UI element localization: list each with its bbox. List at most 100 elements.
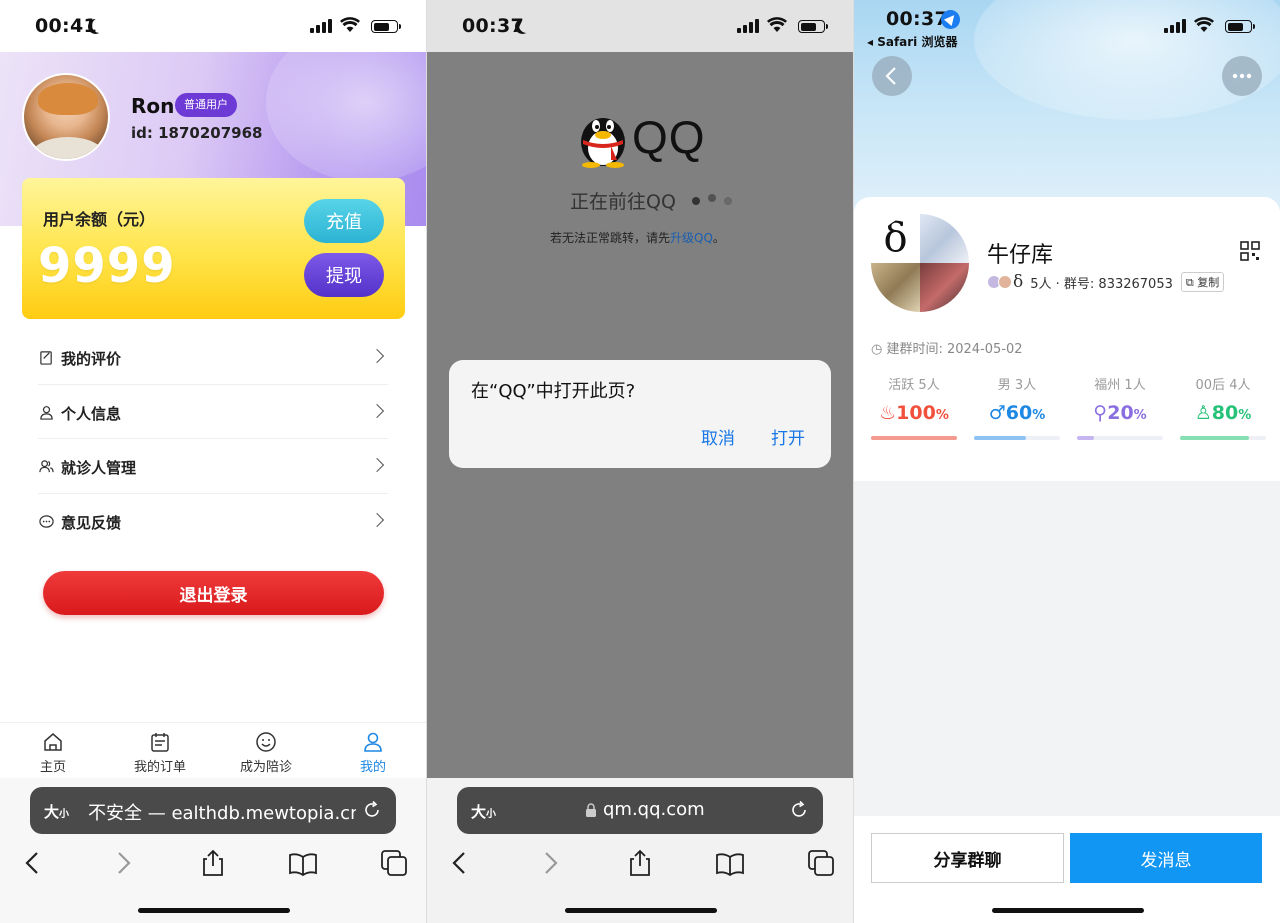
address-bar[interactable]: 大小 不安全 — ealthdb.mewtopia.cn <box>30 787 396 834</box>
balance-card: 用户余额（元） 9999 充值 提现 <box>22 178 405 319</box>
stat-bar <box>974 436 1060 440</box>
back-icon[interactable] <box>18 848 48 878</box>
wifi-icon <box>767 17 787 32</box>
reload-icon[interactable] <box>789 800 809 820</box>
chevron-right-icon <box>369 458 385 473</box>
send-message-button[interactable]: 发消息 <box>1070 833 1262 883</box>
tab-orders[interactable]: 我的订单 <box>115 723 205 779</box>
person-icon: ♙ <box>1194 402 1212 424</box>
group-created-date: ◷ 建群时间: 2024-05-02 <box>871 342 1023 357</box>
stat-label: 福州 1人 <box>1094 378 1146 393</box>
stat-label: 活跃 5人 <box>888 378 940 393</box>
tabs-icon[interactable] <box>379 848 409 878</box>
orders-icon <box>151 733 169 752</box>
back-button[interactable] <box>872 56 912 96</box>
stat-active: 活跃 5人 ♨100% <box>871 374 957 440</box>
balance-amount: 9999 <box>38 238 176 294</box>
qq-wordmark: QQ <box>632 111 706 163</box>
dialog-message: 在“QQ”中打开此页? <box>471 381 636 402</box>
status-time: 00:37 <box>462 15 524 37</box>
upgrade-qq-link[interactable]: 升级QQ <box>670 231 713 245</box>
stat-bar-fill <box>871 436 957 440</box>
share-icon[interactable] <box>625 848 655 878</box>
more-button[interactable] <box>1222 56 1262 96</box>
fire-icon: ♨ <box>879 402 897 424</box>
open-button[interactable]: 打开 <box>771 424 805 449</box>
qq-redirect-screen: 00:37 QQ 正在前往QQ 若无法正常跳转，请先升级QQ。 在“QQ”中打开… <box>427 0 853 923</box>
location-arrow-icon <box>941 10 960 29</box>
menu-item-patients[interactable]: 就诊人管理 <box>38 439 388 495</box>
status-bar: 00:37 <box>427 0 853 52</box>
avatar[interactable] <box>22 73 110 161</box>
wifi-icon <box>340 17 360 32</box>
stat-label: 男 3人 <box>997 378 1037 393</box>
url-text: 不安全 — ealthdb.mewtopia.cn <box>88 803 356 824</box>
back-icon[interactable] <box>445 848 475 878</box>
menu-item-personal-info[interactable]: 个人信息 <box>38 385 388 440</box>
stat-bar <box>1180 436 1266 440</box>
balance-label: 用户余额（元） <box>43 210 156 229</box>
chevron-left-icon <box>885 67 896 85</box>
stat-city: 福州 1人 ⚲20% <box>1077 374 1163 440</box>
reload-icon[interactable] <box>362 800 382 820</box>
profile-screen: 00:41 Ron 普通用户 id: 1870207968 用户余额（元） 99… <box>0 0 426 923</box>
back-to-safari[interactable]: ◂ Safari 浏览器 <box>867 33 957 50</box>
tab-mine[interactable]: 我的 <box>328 723 418 779</box>
redirect-status: 正在前往QQ <box>570 191 676 213</box>
male-icon: ♂ <box>988 402 1006 424</box>
forward-icon[interactable] <box>535 848 565 878</box>
qr-code-icon[interactable] <box>1240 241 1260 261</box>
stat-male: 男 3人 ♂60% <box>974 374 1060 440</box>
patients-icon <box>39 460 54 473</box>
menu-item-reviews[interactable]: 我的评价 <box>38 330 388 385</box>
withdraw-button[interactable]: 提现 <box>304 253 384 297</box>
address-bar[interactable]: 大小 qm.qq.com <box>457 787 823 834</box>
stat-bar <box>1077 436 1163 440</box>
member-avatar: δ <box>1013 272 1024 292</box>
menu-item-feedback[interactable]: 意见反馈 <box>38 494 388 549</box>
status-time: 00:41 <box>35 15 97 37</box>
moon-icon <box>519 18 534 33</box>
tab-bar: 主页 我的订单 成为陪诊 我的 <box>0 722 426 778</box>
stat-value: ♨100% <box>879 402 949 424</box>
logout-button[interactable]: 退出登录 <box>43 571 384 615</box>
group-meta: δ 5人 · 群号: 833267053 ⧉ 复制 <box>987 272 1225 292</box>
tab-become-escort[interactable]: 成为陪诊 <box>221 723 311 779</box>
signal-icon <box>1164 19 1186 33</box>
qq-penguin-icon <box>581 118 625 168</box>
copy-button[interactable]: ⧉ 复制 <box>1180 272 1225 292</box>
stat-value: ♙80% <box>1194 402 1252 424</box>
home-indicator <box>992 908 1144 913</box>
stat-bar-fill <box>1077 436 1095 440</box>
user-level-badge: 普通用户 <box>175 93 237 117</box>
bookmarks-icon[interactable] <box>715 848 745 878</box>
signal-icon <box>737 19 759 33</box>
menu-item-label: 个人信息 <box>61 404 122 423</box>
battery-icon <box>1225 20 1255 33</box>
stat-value: ⚲20% <box>1093 402 1147 424</box>
group-name: 牛仔库 <box>987 243 1054 268</box>
wifi-icon <box>1194 17 1214 32</box>
tabs-icon[interactable] <box>806 848 836 878</box>
share-group-button[interactable]: 分享群聊 <box>871 833 1064 883</box>
home-indicator <box>565 908 717 913</box>
share-icon[interactable] <box>198 848 228 878</box>
forward-icon[interactable] <box>108 848 138 878</box>
tab-home[interactable]: 主页 <box>8 723 98 779</box>
cancel-button[interactable]: 取消 <box>701 424 735 449</box>
smile-icon <box>256 732 276 752</box>
open-in-app-dialog: 在“QQ”中打开此页? 取消 打开 <box>449 360 831 468</box>
user-id: id: 1870207968 <box>131 124 263 142</box>
text-size-button[interactable]: 大小 <box>471 801 496 822</box>
home-indicator <box>138 908 290 913</box>
home-icon <box>44 733 62 751</box>
feedback-icon <box>39 515 54 528</box>
status-bar: 00:41 <box>0 0 426 52</box>
loading-dots <box>692 190 740 209</box>
bookmarks-icon[interactable] <box>288 848 318 878</box>
stat-bar-fill <box>974 436 1026 440</box>
group-members-and-id: 5人 · 群号: 833267053 <box>1030 276 1173 292</box>
stat-bar <box>871 436 957 440</box>
recharge-button[interactable]: 充值 <box>304 199 384 243</box>
text-size-button[interactable]: 大小 <box>44 801 69 822</box>
